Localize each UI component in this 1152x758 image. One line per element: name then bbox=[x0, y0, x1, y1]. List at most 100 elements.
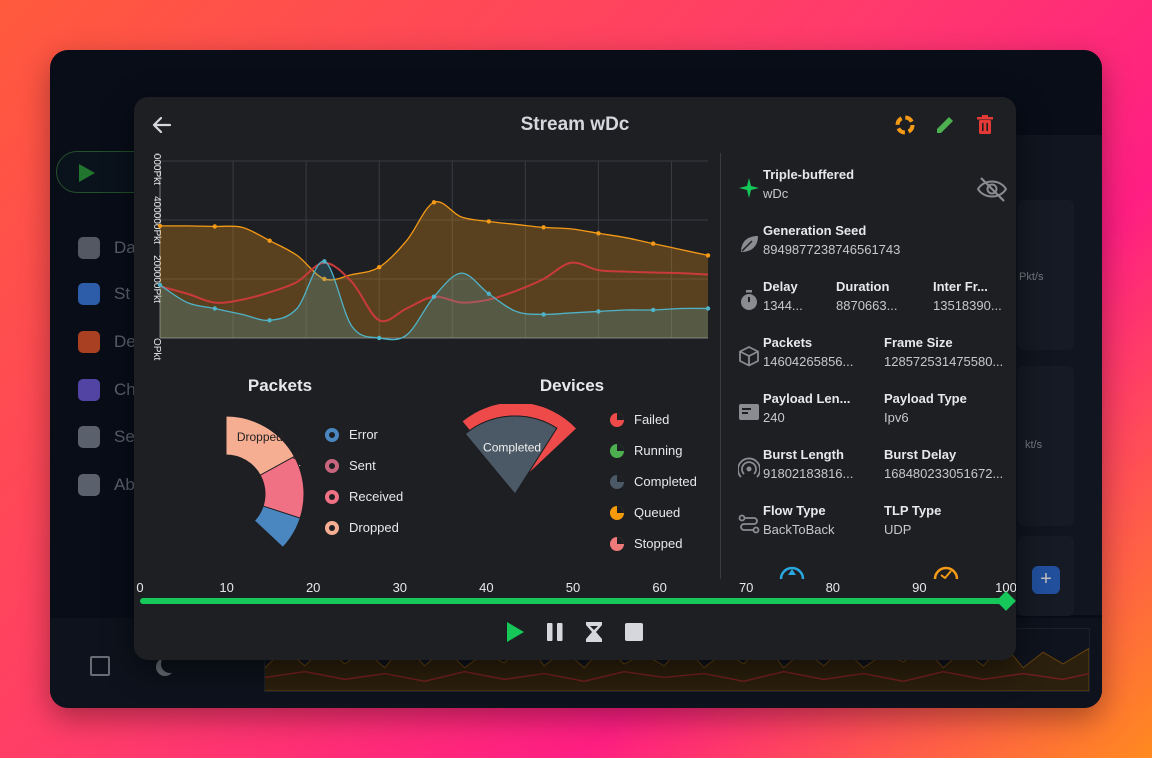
burst-length-label: Burst Length bbox=[763, 447, 844, 462]
delete-trash-icon[interactable] bbox=[972, 112, 998, 138]
legend-item[interactable]: Running bbox=[610, 443, 682, 458]
packets-chart-title: Packets bbox=[247, 376, 313, 395]
legend-swatch bbox=[610, 536, 624, 551]
pause-icon[interactable] bbox=[542, 619, 568, 645]
hide-eye-off-icon[interactable] bbox=[976, 175, 1008, 203]
traffic-line-chart: OPkt 200000Pkt 400000Pkt 600000Pkt bbox=[134, 137, 719, 403]
legend-label: Dropped bbox=[349, 520, 399, 535]
tlp-type-value: UDP bbox=[884, 522, 912, 537]
duration-value: 8870663... bbox=[836, 298, 898, 313]
burst-delay-value: 168480233051672... bbox=[884, 466, 1004, 481]
inter-frame-label: Inter Fr... bbox=[933, 279, 988, 294]
timeline-tick-label: 20 bbox=[305, 580, 321, 595]
payload-type-value: Ipv6 bbox=[884, 410, 909, 425]
timeline-tick-label: 80 bbox=[825, 580, 841, 595]
timeline-scale: 0 10 20 30 40 50 60 70 80 90 100 bbox=[134, 580, 1016, 596]
legend-label: Running bbox=[634, 443, 683, 458]
series-point bbox=[705, 306, 711, 311]
traffic-chart-svg: OPkt200000Pkt400000Pkt600000Pkt bbox=[151, 137, 711, 360]
generation-seed-label: Generation Seed bbox=[763, 223, 867, 238]
legend-label: Received bbox=[349, 489, 404, 504]
delay-value: 1344... bbox=[763, 298, 803, 313]
series-point bbox=[596, 309, 601, 314]
series-point bbox=[157, 223, 163, 229]
burst-length-value: 91802183816... bbox=[763, 466, 854, 481]
legend-swatch bbox=[325, 489, 339, 504]
series-point bbox=[157, 282, 163, 288]
timeline-tick-label: 30 bbox=[392, 580, 408, 595]
timeline-tick-label: 0 bbox=[136, 580, 144, 595]
legend-label: Completed bbox=[634, 474, 697, 489]
packets-value: 14604265856... bbox=[763, 354, 854, 369]
y-tick-label: OPkt bbox=[151, 338, 162, 360]
stop-icon[interactable] bbox=[621, 619, 647, 645]
play-icon[interactable] bbox=[502, 619, 528, 645]
loading-ring-icon[interactable] bbox=[892, 112, 918, 138]
legend-swatch bbox=[610, 474, 624, 489]
legend-item[interactable]: Dropped bbox=[325, 520, 399, 535]
cube-icon bbox=[739, 346, 759, 367]
legend-swatch bbox=[610, 443, 624, 458]
series-point bbox=[431, 200, 437, 205]
legend-swatch bbox=[325, 520, 339, 535]
y-tick-label: 600000Pkt bbox=[151, 153, 162, 185]
legend-item[interactable]: Failed bbox=[610, 412, 669, 427]
series-point bbox=[705, 253, 711, 258]
legend-item[interactable]: Completed bbox=[610, 474, 697, 489]
generation-seed-value: 8949877238746561743 bbox=[763, 242, 901, 257]
check-gauge-icon bbox=[933, 566, 959, 579]
series-point bbox=[267, 318, 272, 323]
progress-slider[interactable] bbox=[140, 598, 1006, 604]
info-row-triple-buffered: Triple-buffered wDc bbox=[736, 167, 1008, 217]
series-point bbox=[267, 238, 272, 243]
flow-type-value: BackToBack bbox=[763, 522, 835, 537]
info-row-payload: Payload Len... 240 Payload Type Ipv6 bbox=[736, 391, 1006, 441]
series-point bbox=[431, 294, 437, 299]
series-point bbox=[541, 225, 546, 230]
frame-size-value: 128572531475580... bbox=[884, 354, 1004, 369]
legend-item[interactable]: Received bbox=[325, 489, 403, 504]
stream-dialog: Stream wDc OPkt 200000Pkt 400000Pkt 600000P… bbox=[134, 97, 1016, 660]
info-row-burst: Burst Length 91802183816... Burst Delay … bbox=[736, 447, 1006, 497]
frame-size-label: Frame Size bbox=[884, 335, 953, 350]
devices-pie-chart: QueuedStoppedFailedRunningCompleted bbox=[461, 404, 578, 496]
packets-donut-chart: ErrorSentReceivedDropped bbox=[225, 415, 305, 549]
inter-frame-value: 13518390... bbox=[933, 298, 1002, 313]
delay-label: Delay bbox=[763, 279, 798, 294]
pie-slice-label: Completed bbox=[483, 440, 541, 454]
triple-buffered-value: wDc bbox=[763, 186, 789, 201]
legend-label: Failed bbox=[634, 412, 670, 427]
timeline-tick-label: 70 bbox=[738, 580, 754, 595]
series-point bbox=[596, 231, 601, 236]
leaf-icon bbox=[741, 236, 758, 252]
info-row-packets: Packets 14604265856... Frame Size 128572… bbox=[736, 335, 1006, 385]
series-point bbox=[322, 259, 327, 264]
edit-pencil-icon[interactable] bbox=[932, 112, 958, 138]
packets-label: Packets bbox=[763, 335, 813, 350]
series-point bbox=[486, 219, 491, 224]
burst-delay-label: Burst Delay bbox=[884, 447, 957, 462]
payload-length-value: 240 bbox=[763, 410, 785, 425]
series-point bbox=[651, 241, 656, 246]
stopwatch-icon bbox=[741, 290, 757, 310]
timeline-tick-label: 60 bbox=[652, 580, 667, 595]
payload-type-label: Payload Type bbox=[884, 391, 967, 406]
series-point bbox=[212, 224, 217, 229]
upload-gauge-icon bbox=[779, 566, 805, 579]
timeline-tick-label: 50 bbox=[565, 580, 581, 595]
legend-item[interactable]: Stopped bbox=[610, 536, 682, 551]
info-row-generation-seed: Generation Seed 8949877238746561743 bbox=[736, 223, 1006, 273]
legend-item[interactable]: Error bbox=[325, 427, 378, 442]
triple-buffered-label: Triple-buffered bbox=[763, 167, 855, 182]
legend-item[interactable]: Sent bbox=[325, 458, 376, 473]
payload-card-icon bbox=[739, 404, 759, 420]
info-row-timing: Delay 1344... Duration 8870663... Inter … bbox=[736, 279, 1006, 329]
legend-label: Error bbox=[349, 427, 378, 442]
legend-item[interactable]: Queued bbox=[610, 505, 680, 520]
payload-length-label: Payload Len... bbox=[763, 391, 851, 406]
info-row-flow: Flow Type BackToBack TLP Type UDP bbox=[736, 503, 1006, 553]
legend-label: Stopped bbox=[634, 536, 683, 551]
timeline-tick-label: 40 bbox=[479, 580, 494, 595]
legend-swatch bbox=[610, 412, 624, 427]
hourglass-icon[interactable] bbox=[581, 619, 607, 645]
